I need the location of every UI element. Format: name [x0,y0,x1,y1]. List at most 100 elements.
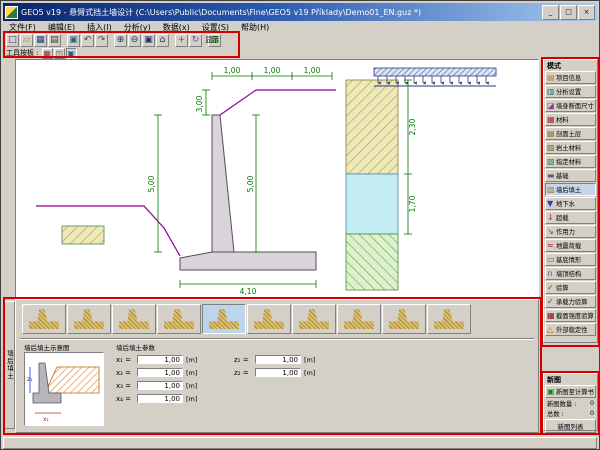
mode-soils[interactable]: ▨ 岩土材料 [545,141,596,154]
mode-wall-top[interactable]: ∩ 墙顶结构 [545,267,596,280]
menu-file[interactable]: 文件(F) [3,22,42,34]
mode-material[interactable]: ▦ 材料 [545,113,596,126]
field-x3: x₃ = 1,00 [m] [116,379,197,392]
wall-shape-icon [389,309,419,329]
modes-panel-title: 模式 [545,61,596,71]
pictures-panel-title: 新图 [545,375,596,385]
frame-tab-backfill[interactable]: 墙后填土 [4,301,15,429]
wall-shape-10[interactable] [427,304,471,334]
zoom-in-button[interactable]: ⊕ [114,34,127,47]
wall-shape-9[interactable] [382,304,426,334]
mode-item-icon: ≈ [547,242,556,250]
menu-item-label: 编辑(E) [48,23,75,32]
mode-applied-forces[interactable]: ↘ 作用力 [545,225,596,238]
menu-edit[interactable]: 编辑(E) [42,22,81,34]
frame-tool-3[interactable]: ▣ [66,48,77,59]
param-input[interactable]: 1,00 [137,355,183,364]
param-label: x₃ = [116,382,137,390]
mode-bearing-capacity[interactable]: ✓ 承载力验算 [545,295,596,308]
zoom-all-button[interactable]: ⌂ [156,34,169,47]
save-button[interactable]: ▦ [34,34,47,47]
mode-surcharge[interactable]: ↓ 超载 [545,211,596,224]
wall-shape-4[interactable] [157,304,201,334]
mode-item-icon: ▥ [547,88,556,96]
picture-list-button[interactable]: 新图列表 [545,419,596,433]
toolbar-button-icon: ▦ [36,36,45,45]
field-x2: x₂ = 1,00 [m] [116,366,197,379]
drawing-canvas[interactable]: 1,00 1,00 1,00 3,00 5,00 5,00 4,10 2,30 … [15,59,539,299]
sketch-section-title: 墙后填土示意图 [24,342,70,352]
open-button[interactable]: ▱ [20,34,33,47]
undo-button[interactable]: ↶ [81,34,94,47]
mode-verification[interactable]: ✓ 验算 [545,281,596,294]
param-input[interactable]: 1,00 [255,368,301,377]
wall-shape-7[interactable] [292,304,336,334]
wall-shape-5[interactable] [202,304,246,334]
wall-shape-6[interactable] [247,304,291,334]
mode-dimensioning[interactable]: ▦ 截面强度验算 [545,309,596,322]
mode-water[interactable]: ▼ 地下水 [545,197,596,210]
menu-analysis[interactable]: 分析(y) [118,22,157,34]
mode-profile[interactable]: ▤ 剖面土层 [545,127,596,140]
add-picture-button[interactable]: ▣ 新图至计算书 [545,385,596,398]
wall-shape-8[interactable] [337,304,381,334]
menu-help[interactable]: 帮助(H) [235,22,275,34]
mode-foundation[interactable]: ▬ 基础 [545,169,596,182]
pictures-count-row: 新图数量 : 0 [545,398,596,408]
toolbar-button-icon: ⊖ [131,36,139,45]
copy-button[interactable]: ▣ [67,34,80,47]
menu-item-label: 插入(I) [87,23,112,32]
maximize-button[interactable]: □ [560,5,577,20]
rotate-button[interactable]: ↻ [189,34,202,47]
param-input[interactable]: 1,00 [137,368,183,377]
zoom-window-button[interactable]: ▣ [142,34,155,47]
wall-shape-2[interactable] [67,304,111,334]
mode-item-label: 墙顶结构 [556,269,581,278]
mode-project-info[interactable]: ▤ 项目信息 [545,71,596,84]
modes-list: ▤ 项目信息 ▥ 分析设置 ◪ 墙身断面尺寸 ▦ 材料 ▤ 剖面土层 ▨ 岩土材… [545,71,596,336]
mode-item-icon: ▨ [547,144,556,152]
mode-item-label: 墙身断面尺寸 [556,101,594,110]
toolbar-button-icon: ↷ [98,36,106,45]
print-button[interactable]: ▤ [48,34,61,47]
mode-item-icon: ∩ [547,270,556,278]
param-input[interactable]: 1,00 [255,355,301,364]
redo-button[interactable]: ↷ [95,34,108,47]
mode-analysis-settings[interactable]: ▥ 分析设置 [545,85,596,98]
wall-shape-3[interactable] [112,304,156,334]
wall-shape-1[interactable] [22,304,66,334]
dim-top-1: 1,00 [224,66,241,75]
new-button[interactable]: □ [6,34,19,47]
frame-tool-1[interactable]: ▦ [42,48,53,59]
minimize-button[interactable]: _ [542,5,559,20]
zoom-out-button[interactable]: ⊖ [128,34,141,47]
menu-item-label: 帮助(H) [241,23,269,32]
mode-earthquake[interactable]: ≈ 地震荷载 [545,239,596,252]
menu-insert[interactable]: 插入(I) [81,22,118,34]
param-unit: [m] [186,382,197,390]
param-input[interactable]: 1,00 [137,381,183,390]
menu-data[interactable]: 数据(x) [157,22,196,34]
mode-item-icon: ▦ [547,116,556,124]
counter-label: 新图数量 : [547,399,576,408]
title-bar[interactable]: GEO5 v19 - 悬臂式挡土墙设计 (C:\Users\Public\Doc… [3,3,597,21]
move-button[interactable]: + [175,34,188,47]
close-button[interactable]: × [578,5,595,20]
soil-layer-1 [346,80,398,174]
toolbar-button-icon: ▱ [23,36,30,45]
mode-base-shape[interactable]: ▭ 基底情形 [545,253,596,266]
mode-item-icon: ↓ [547,214,556,222]
mode-item-label: 地下水 [556,199,575,208]
mode-assign[interactable]: ▧ 指定材料 [545,155,596,168]
mode-stability[interactable]: △ 外部稳定性 [545,323,596,336]
param-unit: [m] [186,395,197,403]
frame-tool-2[interactable]: ◫ [54,48,65,59]
sketch-backfill-area [45,367,99,393]
mode-backfill[interactable]: ▨ 墙后填土 [545,183,596,196]
mode-wall-geometry[interactable]: ◪ 墙身断面尺寸 [545,99,596,112]
mode-item-icon: ▨ [547,186,556,194]
mode-item-label: 基底情形 [556,255,581,264]
mode-item-label: 作用力 [556,227,575,236]
param-input[interactable]: 1,00 [137,394,183,403]
menu-settings[interactable]: 设置(S) [196,22,235,34]
